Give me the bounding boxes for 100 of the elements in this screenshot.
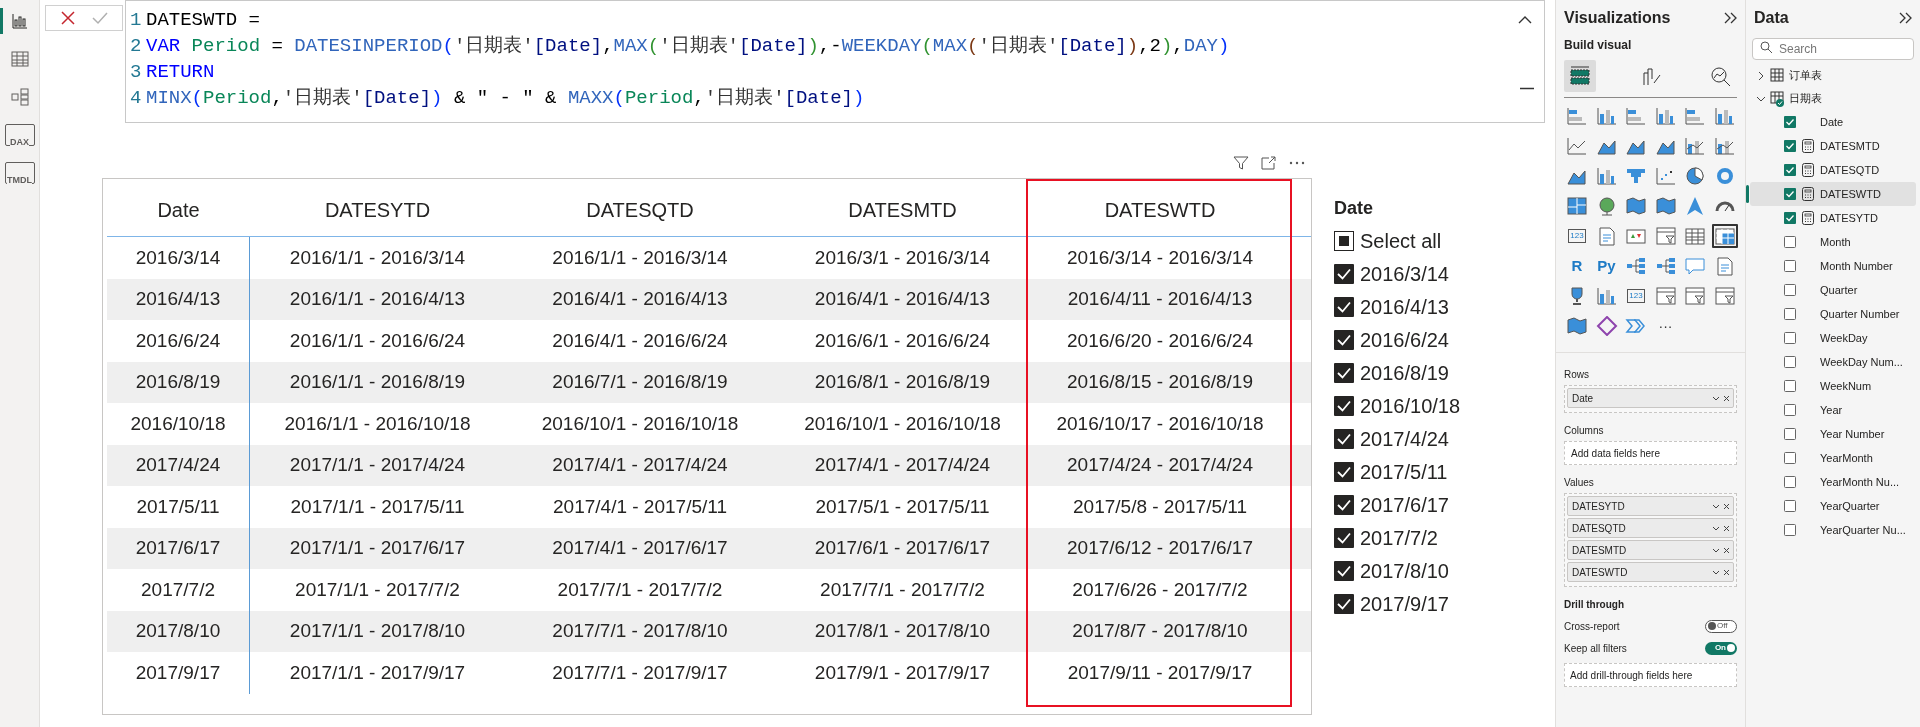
field-item[interactable]: YearQuarter Nu... [1750,518,1916,542]
chevron-down-icon[interactable] [1712,502,1720,510]
checkbox[interactable] [1334,296,1354,317]
checkbox[interactable] [1334,362,1354,383]
slicer-option[interactable]: 2017/6/17 [1360,489,1449,520]
field-item[interactable]: Quarter [1750,278,1916,302]
checkbox[interactable] [1334,527,1354,548]
field-item[interactable]: DATESQTD [1750,158,1916,182]
chevron-down-icon[interactable] [1712,546,1720,554]
field-pill[interactable]: DATESMTD [1567,540,1734,560]
slicer-option[interactable]: 2016/6/24 [1360,324,1449,355]
minimize-icon[interactable] [1520,87,1534,90]
field-item[interactable]: Year Number [1750,422,1916,446]
field-pill[interactable]: DATESWTD [1567,562,1734,582]
close-icon[interactable] [1723,546,1730,554]
treemap-icon[interactable] [1564,194,1590,218]
field-item[interactable]: WeekNum [1750,374,1916,398]
collapse-pane-icon[interactable] [1724,12,1737,24]
checkbox[interactable] [1784,260,1796,272]
slicer-option[interactable]: 2017/9/17 [1360,588,1449,619]
close-icon[interactable] [1723,502,1730,510]
script-visual-icon[interactable]: R [1564,254,1590,278]
column-header[interactable]: DATESQTD [505,183,775,236]
checkbox[interactable] [1784,308,1796,320]
checkbox[interactable] [1784,116,1796,128]
toggle-switch[interactable]: Off [1705,619,1737,633]
field-item[interactable]: WeekDay [1750,326,1916,350]
formula-editor[interactable]: 1 DATESWTD = 2 VAR Period = DATESINPERIOD('日期表'[Date],MAX('日期表'[Date]),-WEEKDAY(MAX('日期表'[Date]),2),DAY) 3 RETURN 4 MINX(Period,'日期表'[Date]) & " - " & MAXX(Period,'日期表'[Date]) [125,0,1545,123]
slicer-icon[interactable] [1682,284,1708,308]
checkbox[interactable] [1784,332,1796,344]
tmdl-view-button[interactable]: TMDL [4,162,35,184]
checkbox[interactable] [1334,494,1354,515]
chevron-right-icon[interactable] [1756,70,1766,81]
collapse-icon[interactable] [1518,15,1532,25]
checkbox[interactable] [1334,593,1354,614]
field-pill[interactable]: DATESYTD [1567,496,1734,516]
checkbox[interactable] [1784,380,1796,392]
checkbox[interactable] [1784,404,1796,416]
search-field[interactable]: Search [1752,38,1914,60]
column-header[interactable]: DATESWTD [1030,183,1290,236]
map-icon[interactable] [1564,314,1590,338]
field-item[interactable]: YearMonth [1750,446,1916,470]
checkbox[interactable] [1334,560,1354,581]
slicer-option[interactable]: 2017/4/24 [1360,423,1449,454]
checkbox[interactable] [1784,428,1796,440]
checkbox[interactable] [1784,476,1796,488]
field-item[interactable]: DATESMTD [1750,134,1916,158]
column-header[interactable]: Date [107,183,250,236]
slicer-option[interactable]: 2016/10/18 [1360,390,1461,421]
more-visuals-icon[interactable]: ··· [1652,314,1679,338]
slicer-option[interactable]: 2017/8/10 [1360,555,1449,586]
checkbox[interactable] [1334,263,1354,284]
column-header[interactable]: DATESYTD [250,183,505,236]
field-item[interactable]: Quarter Number [1750,302,1916,326]
checkbox[interactable] [1784,212,1796,224]
slicer-option[interactable]: 2016/3/14 [1360,258,1449,289]
checkbox[interactable] [1334,329,1354,350]
filter-icon[interactable] [1233,155,1249,171]
checkbox[interactable] [1784,140,1796,152]
table-node[interactable]: 日期表 [1746,87,1920,110]
field-item[interactable]: WeekDay Num... [1750,350,1916,374]
collapse-pane-icon[interactable] [1899,12,1912,24]
field-item[interactable]: Month [1750,230,1916,254]
close-icon[interactable] [1723,524,1730,532]
map-icon[interactable] [1623,194,1649,218]
focus-mode-icon[interactable] [1261,155,1277,171]
checkbox[interactable] [1784,524,1796,536]
checkbox[interactable] [1784,284,1796,296]
checkbox[interactable] [1784,452,1796,464]
field-item[interactable]: DATESYTD [1750,206,1916,230]
script-visual-icon[interactable]: Py [1593,254,1620,278]
model-view-icon[interactable] [10,88,29,106]
chevron-down-icon[interactable] [1712,524,1720,532]
cancel-icon[interactable] [60,10,76,26]
field-item[interactable]: Date [1750,110,1916,134]
close-icon[interactable] [1723,394,1730,402]
checkbox[interactable] [1334,395,1354,416]
checkbox[interactable] [1784,188,1796,200]
field-item[interactable]: YearQuarter [1750,494,1916,518]
field-item[interactable]: Month Number [1750,254,1916,278]
checkbox[interactable] [1784,164,1796,176]
checkbox[interactable] [1784,500,1796,512]
table-node[interactable]: 订单表 [1746,64,1920,87]
drop-field[interactable]: Add data fields here [1564,441,1737,465]
build-visual-tab[interactable] [1564,59,1596,92]
checkbox[interactable] [1784,356,1796,368]
close-icon[interactable] [1723,568,1730,576]
column-header[interactable]: DATESMTD [775,183,1030,236]
field-pill[interactable]: DATESQTD [1567,518,1734,538]
check-icon[interactable] [92,10,108,26]
field-pill[interactable]: Date [1567,388,1734,408]
more-options-icon[interactable] [1289,161,1305,165]
field-item[interactable]: Year [1750,398,1916,422]
drop-field[interactable]: Add drill-through fields here [1564,663,1737,687]
table-view-icon[interactable] [10,50,29,68]
checkbox[interactable] [1334,230,1354,251]
slicer-option[interactable]: 2017/5/11 [1360,456,1448,487]
checkbox[interactable] [1334,461,1354,482]
toggle-switch[interactable]: On [1705,641,1737,655]
slicer-option[interactable]: 2016/8/19 [1360,357,1449,388]
